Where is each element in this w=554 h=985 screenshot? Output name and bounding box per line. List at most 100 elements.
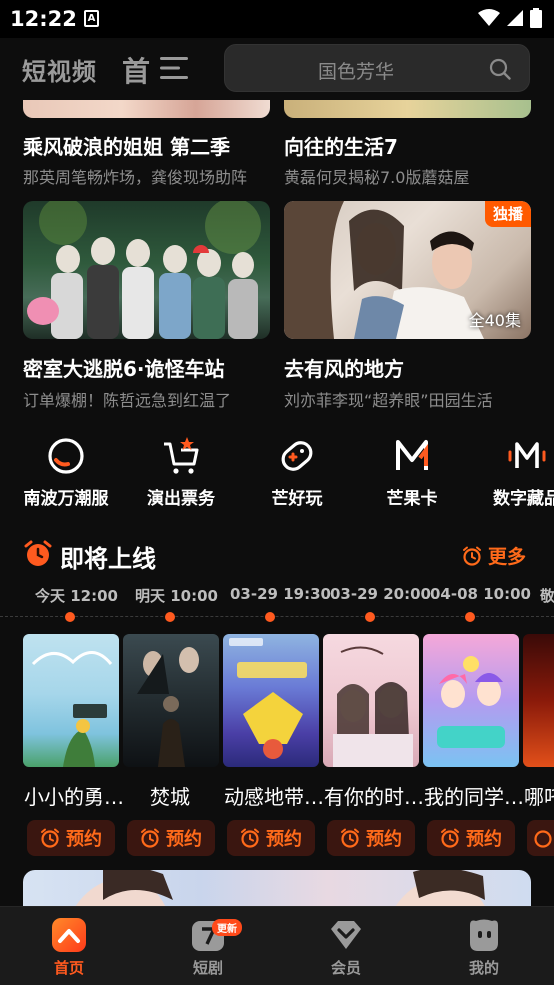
show-title: 向往的生活7 xyxy=(284,135,398,159)
quick-entry-tickets[interactable]: 演出票务 xyxy=(126,436,236,509)
notification-icon: A xyxy=(84,10,99,27)
nav-profile[interactable]: 我的 xyxy=(444,917,524,978)
release-time: 今天 12:00 xyxy=(35,587,118,605)
alarm-icon xyxy=(441,828,459,848)
show-artwork xyxy=(27,201,261,339)
more-button[interactable]: 更多 xyxy=(462,542,526,569)
upcoming-poster[interactable] xyxy=(23,634,119,767)
show-card[interactable]: 独播 全40集 去有风的地方 刘亦菲李现“超养眼”田园生活 xyxy=(284,201,531,411)
battery-icon xyxy=(530,8,542,28)
wifi-icon xyxy=(478,9,500,26)
status-bar: 12:22 A xyxy=(0,0,554,38)
poster-artwork xyxy=(137,647,199,767)
poster-artwork xyxy=(229,638,307,759)
show-card[interactable]: 密室大逃脱6·诡怪车站 订单爆棚！陈哲远急到红温了 xyxy=(23,201,270,411)
reserve-label: 预约 xyxy=(166,829,202,850)
bottom-navigation: 首页 更新 短剧 会员 我的 xyxy=(0,906,554,985)
show-card[interactable]: 乘风破浪的姐姐 第二季 那英周笔畅炸场，龚俊现场助阵 xyxy=(23,100,270,190)
timeline-marker-icon xyxy=(165,612,175,622)
quick-entry-nanbowan[interactable]: 南波万潮服 xyxy=(11,436,121,509)
quick-entry-label: 芒果卡 xyxy=(386,489,438,509)
vip-diamond-icon xyxy=(331,921,361,949)
release-time: 03-29 20:00 xyxy=(330,585,431,603)
alarm-icon xyxy=(341,828,359,848)
show-subtitle: 订单爆棚！陈哲远急到红温了 xyxy=(23,391,232,410)
signal-icon xyxy=(507,10,523,26)
reserve-label: 预约 xyxy=(466,829,502,850)
reserve-label: 预约 xyxy=(366,829,402,850)
release-time: 03-29 19:30 xyxy=(230,585,331,603)
show-title: 密室大逃脱6·诡怪车站 xyxy=(23,357,225,381)
nav-vip[interactable]: 会员 xyxy=(306,917,386,978)
upcoming-poster[interactable] xyxy=(523,634,554,767)
reserve-label: 预约 xyxy=(266,829,302,850)
quick-entry-label: 数字藏品 xyxy=(493,489,554,509)
poster-artwork xyxy=(31,651,113,767)
show-thumbnail: 独播 全40集 xyxy=(284,201,531,339)
release-time: 明天 10:00 xyxy=(135,587,218,605)
quick-entry-label: 演出票务 xyxy=(147,489,215,509)
upcoming-poster[interactable] xyxy=(123,634,219,767)
nav-label: 首页 xyxy=(53,959,84,977)
upcoming-poster[interactable] xyxy=(423,634,519,767)
nav-label: 短剧 xyxy=(192,959,223,977)
nav-home[interactable]: 首页 xyxy=(29,917,109,978)
tab-short-video[interactable]: 短视频 xyxy=(22,52,97,87)
home-logo-icon xyxy=(52,918,86,952)
show-subtitle: 那英周笔畅炸场，龚俊现场助阵 xyxy=(23,168,248,187)
reserve-button[interactable]: 预约 xyxy=(427,820,515,856)
nav-short-drama[interactable]: 更新 短剧 xyxy=(168,917,248,978)
poster-artwork xyxy=(333,646,413,767)
upcoming-title: 我的同学… xyxy=(424,785,524,809)
search-input[interactable]: 国色芳华 xyxy=(224,44,530,92)
quick-entry-mango-play[interactable]: 芒好玩 xyxy=(242,436,352,509)
show-subtitle: 黄磊何炅揭秘7.0版蘑菇屋 xyxy=(284,168,470,187)
release-time: 04-08 10:00 xyxy=(430,585,531,603)
release-time: 敬 xyxy=(540,587,554,605)
alarm-icon xyxy=(534,830,552,848)
upcoming-title: 哪吒 xyxy=(524,785,554,809)
timeline-marker-icon xyxy=(265,612,275,622)
search-icon[interactable] xyxy=(489,58,511,80)
show-title: 乘风破浪的姐姐 第二季 xyxy=(23,135,230,159)
menu-icon[interactable] xyxy=(160,56,188,80)
nav-label: 会员 xyxy=(330,959,361,977)
show-thumbnail xyxy=(23,100,270,118)
cart-star-icon xyxy=(164,437,199,474)
reserve-button[interactable]: 预约 xyxy=(227,820,315,856)
upcoming-title: 小小的勇… xyxy=(24,785,124,809)
quick-entry-label: 南波万潮服 xyxy=(23,489,109,509)
reserve-button[interactable]: 预约 xyxy=(27,820,115,856)
timeline-marker-icon xyxy=(365,612,375,622)
exclusive-badge: 独播 xyxy=(485,201,531,227)
alarm-icon xyxy=(141,828,159,848)
upcoming-poster[interactable] xyxy=(323,634,419,767)
m-logo-icon xyxy=(396,440,428,470)
alarm-icon xyxy=(41,828,59,848)
quick-entry-digital-collectibles[interactable]: 数字藏品 xyxy=(472,436,554,509)
quick-entry-label: 芒好玩 xyxy=(271,489,323,509)
status-time: 12:22 xyxy=(10,7,77,31)
show-subtitle: 刘亦菲李现“超养眼”田园生活 xyxy=(284,391,493,410)
search-placeholder: 国色芳华 xyxy=(317,61,394,83)
nav-label: 我的 xyxy=(468,959,499,977)
upcoming-poster[interactable] xyxy=(223,634,319,767)
reserve-button[interactable] xyxy=(527,820,554,856)
reserve-label: 预约 xyxy=(66,829,102,850)
poster-artwork xyxy=(437,656,505,748)
show-title: 去有风的地方 xyxy=(284,357,404,381)
tab-home-partial[interactable]: 首页 xyxy=(122,50,150,90)
alarm-icon xyxy=(241,828,259,848)
quick-entry-mango-card[interactable]: 芒果卡 xyxy=(357,436,467,509)
upcoming-title: 动感地带… xyxy=(224,785,324,809)
reserve-button[interactable]: 预约 xyxy=(127,820,215,856)
show-card[interactable]: 向往的生活7 黄磊何炅揭秘7.0版蘑菇屋 xyxy=(284,100,531,190)
m-digital-icon xyxy=(508,442,546,468)
update-badge: 更新 xyxy=(212,919,242,936)
smile-ring-icon xyxy=(48,438,84,474)
reserve-button[interactable]: 预约 xyxy=(327,820,415,856)
more-label: 更多 xyxy=(488,546,527,568)
top-header: 短视频 首页 国色芳华 xyxy=(0,38,554,100)
timeline-marker-icon xyxy=(65,612,75,622)
show-thumbnail xyxy=(23,201,270,339)
